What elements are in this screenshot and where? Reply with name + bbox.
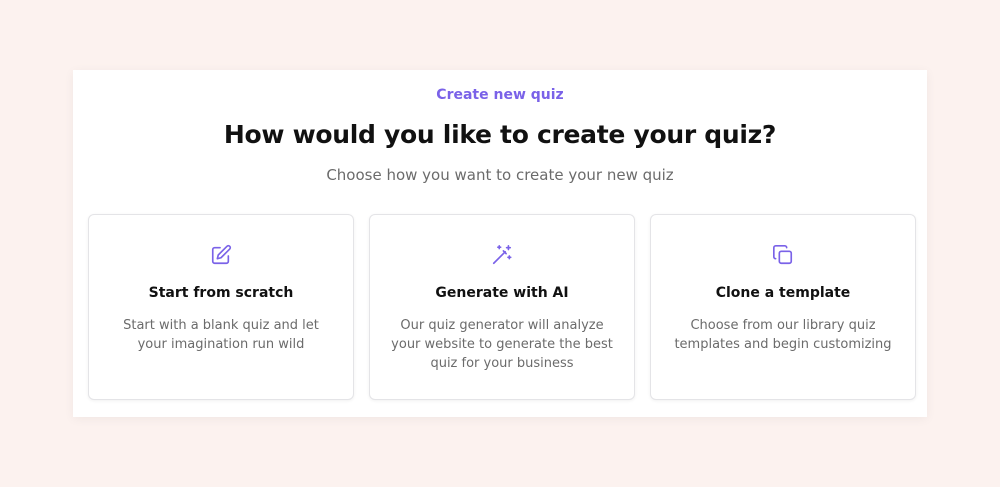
- option-title: Clone a template: [715, 285, 851, 301]
- option-description: Start with a blank quiz and let your ima…: [123, 318, 319, 352]
- option-card-generate-with-ai[interactable]: Generate with AI Our quiz generator will…: [369, 214, 635, 400]
- page-subtitle: Choose how you want to create your new q…: [326, 166, 674, 184]
- option-title: Start from scratch: [148, 285, 294, 301]
- create-quiz-panel: Create new quiz How would you like to cr…: [73, 70, 927, 417]
- option-description: Choose from our library quiz templates a…: [674, 318, 892, 352]
- option-card-start-from-scratch[interactable]: Start from scratch Start with a blank qu…: [88, 214, 354, 400]
- copy-icon: [772, 244, 794, 266]
- option-cards: Start from scratch Start with a blank qu…: [88, 214, 916, 400]
- eyebrow-label: Create new quiz: [436, 87, 564, 103]
- option-title: Generate with AI: [435, 285, 569, 301]
- edit-icon: [210, 244, 232, 266]
- option-card-clone-a-template[interactable]: Clone a template Choose from our library…: [650, 214, 916, 400]
- page-title: How would you like to create your quiz?: [223, 120, 777, 149]
- magic-wand-icon: [491, 244, 513, 266]
- option-description: Our quiz generator will analyze your web…: [391, 318, 613, 371]
